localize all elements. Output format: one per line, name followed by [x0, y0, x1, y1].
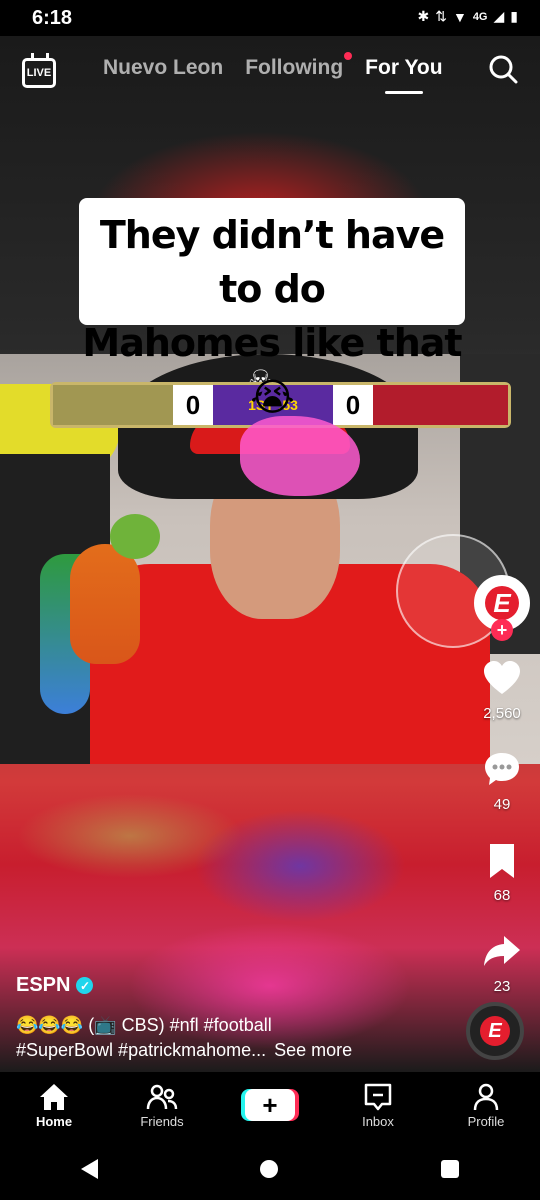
comment-count: 49: [493, 796, 511, 813]
parrot-body: [70, 544, 140, 664]
nav-friends[interactable]: Friends: [108, 1072, 216, 1138]
description-line-2: #SuperBowl #patrickmahome...: [16, 1040, 267, 1060]
see-more-link[interactable]: See more: [274, 1040, 352, 1060]
inbox-icon: [364, 1083, 392, 1110]
feed-tabs: Nuevo Leon Following For You: [103, 52, 443, 94]
follow-button[interactable]: +: [491, 619, 513, 641]
tab-following[interactable]: Following: [245, 52, 353, 80]
status-icons: ✱ ⇅ ▼ 4G ◢ ▮: [417, 8, 518, 25]
signal-icon: ◢: [493, 8, 505, 24]
verified-badge-icon: ✓: [76, 977, 94, 994]
author-name[interactable]: ESPN: [16, 974, 70, 997]
share-arrow-icon: [484, 936, 520, 966]
like-count: 2,560: [483, 705, 521, 722]
notification-dot: [344, 52, 353, 60]
wifi-icon: ▼: [452, 8, 467, 25]
status-bar: 6:18 ✱ ⇅ ▼ 4G ◢ ▮: [0, 0, 540, 36]
tab-label: For You: [365, 56, 443, 79]
search-icon[interactable]: [488, 54, 518, 84]
tab-for-you[interactable]: For You: [365, 56, 443, 94]
video-caption: They didn’t have to do Mahomes like that…: [79, 198, 465, 419]
sound-disc[interactable]: E: [466, 1002, 524, 1060]
nav-profile[interactable]: Profile: [432, 1072, 540, 1138]
author-avatar[interactable]: E +: [474, 575, 530, 641]
share-count: 23: [493, 978, 511, 995]
video-player[interactable]: ☠ 0 1ST :53 0: [0, 36, 540, 1072]
recents-icon[interactable]: [440, 1160, 459, 1178]
back-icon[interactable]: [81, 1159, 99, 1179]
comment-icon: [485, 753, 519, 785]
share-button[interactable]: 23: [482, 932, 522, 995]
caption-line-1: They didn’t have to do: [99, 213, 445, 311]
bookmark-icon: [490, 844, 514, 878]
status-time: 6:18: [32, 7, 73, 29]
like-button[interactable]: 2,560: [482, 659, 522, 722]
nav-label: Friends: [140, 1113, 184, 1129]
tab-label: Nuevo Leon: [103, 56, 224, 79]
save-button[interactable]: 68: [482, 841, 522, 904]
friends-icon: [146, 1084, 178, 1109]
save-count: 68: [493, 887, 511, 904]
tab-nuevo-leon[interactable]: Nuevo Leon: [103, 56, 223, 80]
parrot-head: [110, 514, 160, 559]
espn-logo-icon: E: [485, 586, 519, 620]
home-icon: [40, 1083, 68, 1110]
network-type: 4G: [472, 10, 488, 23]
home-circle-icon[interactable]: [260, 1160, 279, 1178]
nav-home[interactable]: Home: [0, 1072, 108, 1138]
bluetooth-icon: ✱: [417, 8, 430, 24]
top-nav: LIVE Nuevo Leon Following For You: [0, 36, 540, 106]
post-info: ESPN ✓ 😂😂😂 (📺 CBS) #nfl #football #Super…: [16, 974, 456, 1063]
nav-label: Inbox: [362, 1113, 394, 1129]
system-nav-bar: [0, 1138, 540, 1200]
comment-button[interactable]: 49: [482, 750, 522, 813]
post-description[interactable]: 😂😂😂 (📺 CBS) #nfl #football #SuperBowl #p…: [16, 1013, 456, 1063]
bottom-nav: Home Friends + Inbox Profile: [0, 1072, 540, 1138]
espn-logo-icon: E: [480, 1016, 510, 1046]
heart-icon: [484, 661, 520, 694]
nav-label: Profile: [467, 1113, 505, 1129]
live-icon[interactable]: LIVE: [22, 58, 56, 88]
nav-label: Home: [35, 1113, 73, 1129]
profile-icon: [473, 1083, 499, 1110]
action-column: E + 2,560 49 68 23: [472, 575, 532, 995]
scene-parrot: [40, 514, 160, 734]
author-row[interactable]: ESPN ✓: [16, 974, 456, 997]
data-arrows-icon: ⇅: [435, 8, 447, 24]
caption-line-2: Mahomes like that 😭: [82, 321, 462, 419]
description-line-1: 😂😂😂 (📺 CBS) #nfl #football: [16, 1015, 272, 1035]
battery-icon: ▮: [510, 8, 518, 24]
nav-inbox[interactable]: Inbox: [324, 1072, 432, 1138]
tab-label: Following: [245, 56, 344, 79]
nav-create[interactable]: +: [216, 1072, 324, 1138]
create-plus-icon: +: [245, 1089, 295, 1121]
